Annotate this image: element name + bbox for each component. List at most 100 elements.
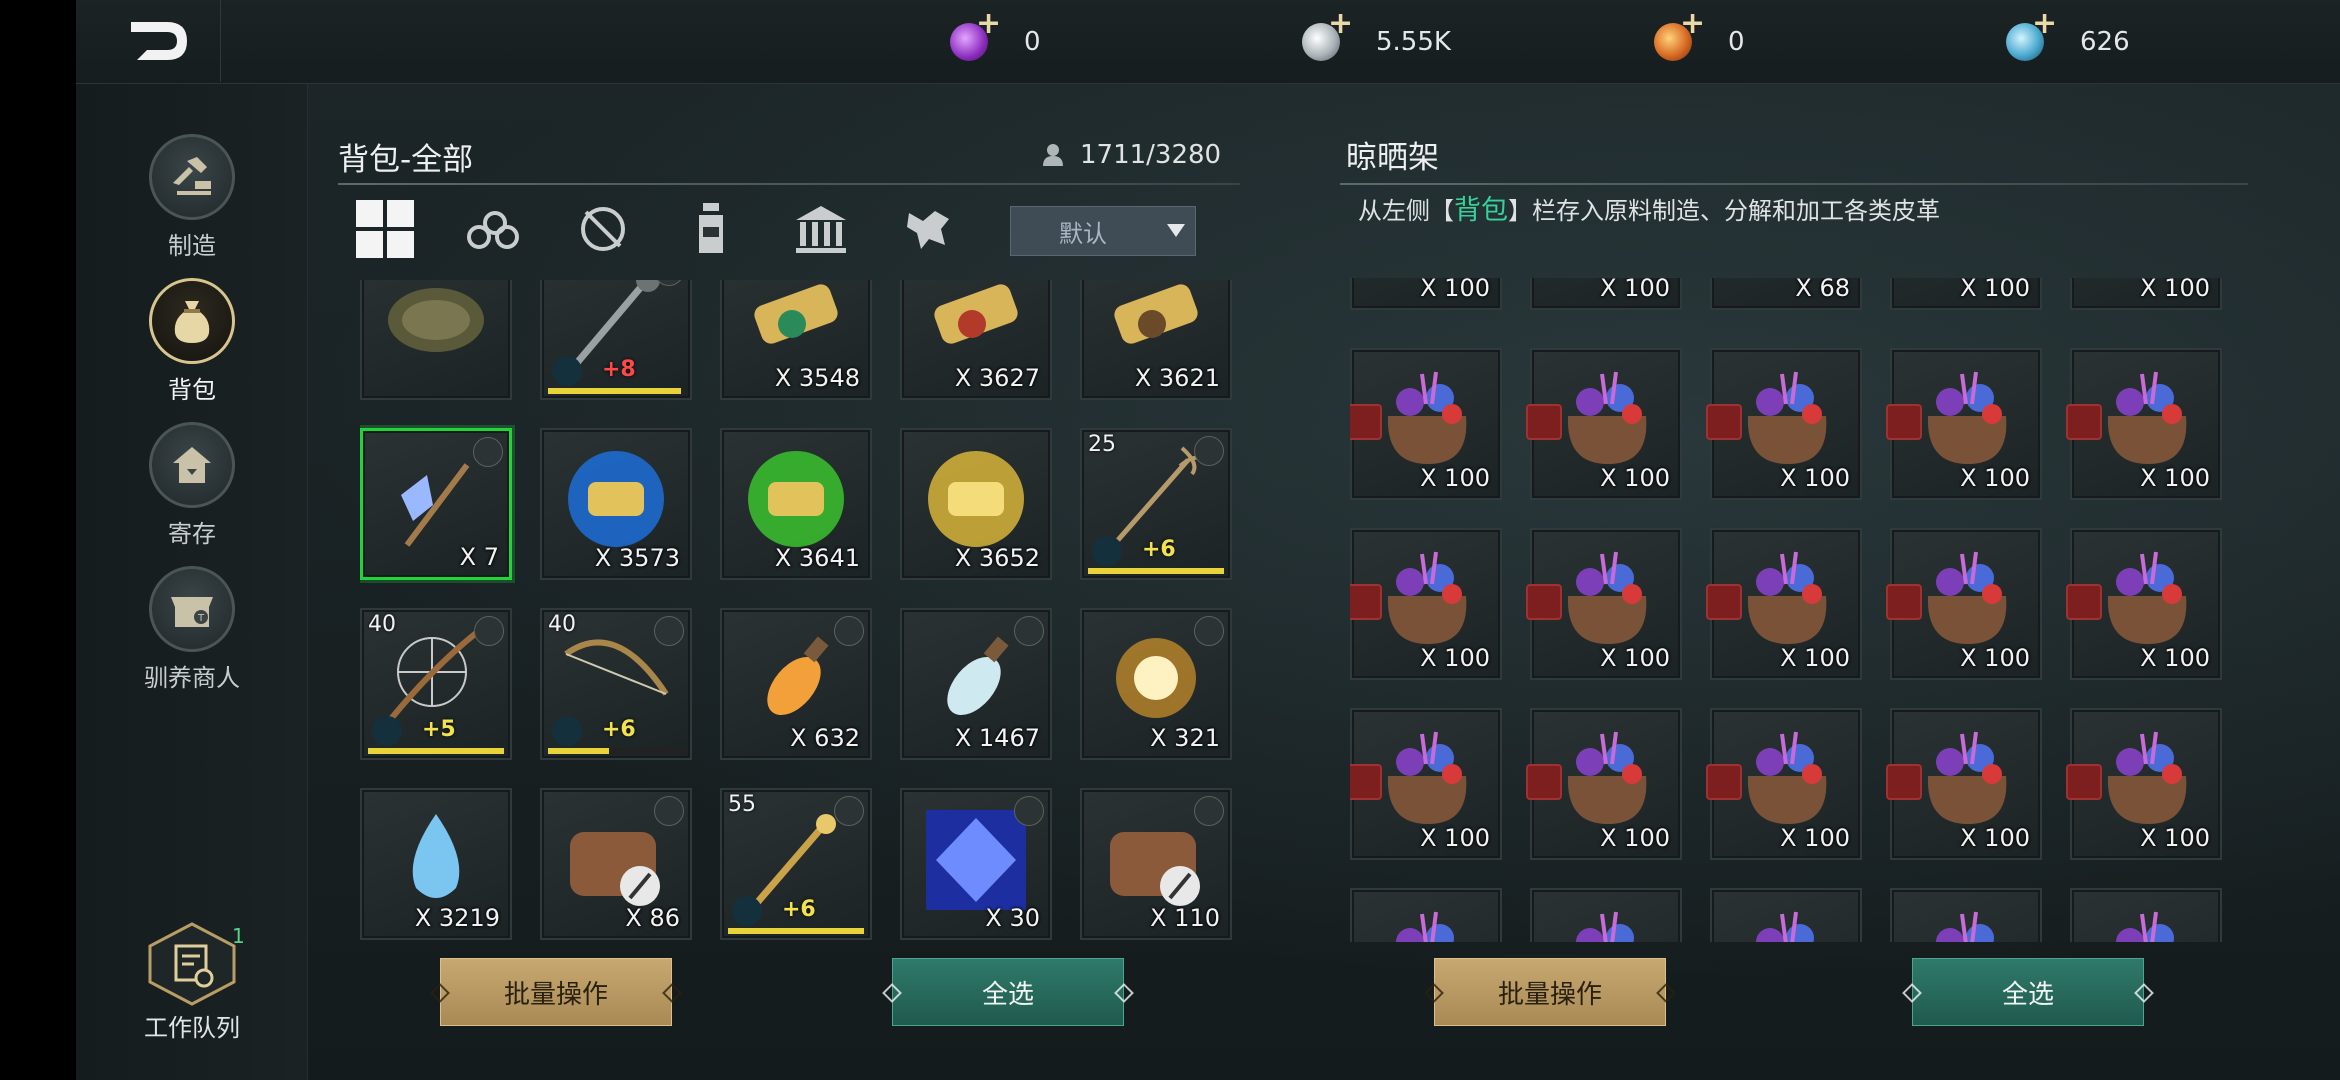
instruction-text: 从左侧【: [1358, 197, 1454, 225]
filter-bank-tab[interactable]: [786, 196, 856, 262]
back-button[interactable]: [95, 0, 221, 82]
shelf-item-slot[interactable]: X 100: [1706, 528, 1862, 680]
bag-item-slot[interactable]: [360, 280, 512, 400]
sort-dropdown[interactable]: 默认: [1010, 206, 1196, 256]
bag-item-slot[interactable]: X 86: [540, 788, 692, 940]
shelf-item-slot[interactable]: X 100: [1350, 528, 1502, 680]
bag-item-slot[interactable]: 40 +5: [360, 608, 512, 760]
currency-silver-coin[interactable]: + 5.55K: [1302, 6, 1451, 70]
bag-item-grid: 20+8 X 3548 X 3627 X 3621 X 7 X 3573 X 3641 X 3…: [360, 280, 1240, 942]
bag-item-slot[interactable]: 40 +6: [540, 608, 692, 760]
work-queue-button[interactable]: 1 工作队列: [76, 920, 308, 1060]
button-label: 全选: [2001, 979, 2054, 1010]
shelf-item-slot[interactable]: X 100: [2066, 708, 2222, 860]
potion-bottle-icon: [699, 203, 723, 253]
filter-all-tab[interactable]: [350, 196, 420, 262]
bag-icon: [149, 278, 235, 364]
bag-item-slot[interactable]: X 321: [1080, 608, 1232, 760]
bag-item-slot[interactable]: 20+8: [540, 280, 692, 400]
item-quantity: X 68: [1795, 278, 1850, 302]
filter-material-tab[interactable]: [458, 196, 528, 262]
nav-item-craft[interactable]: 制造: [76, 134, 308, 261]
bag-item-slot[interactable]: X 110: [1080, 788, 1232, 940]
durability-bar: [368, 748, 504, 754]
shelf-item-slot[interactable]: X 100: [2070, 278, 2222, 310]
shelf-item-slot[interactable]: [1350, 888, 1502, 942]
shelf-item-slot[interactable]: X 100: [1886, 708, 2042, 860]
item-quantity: X 100: [1780, 464, 1850, 492]
bag-item-slot[interactable]: X 3548: [720, 280, 872, 400]
bag-batch-button[interactable]: 批量操作: [430, 958, 682, 1026]
link-icon: [834, 616, 864, 646]
shelf-batch-button[interactable]: 批量操作: [1424, 958, 1676, 1026]
shelf-item-slot[interactable]: X 68: [1710, 278, 1862, 310]
item-quantity: X 100: [1780, 644, 1850, 672]
nav-item-bag[interactable]: 背包: [76, 278, 308, 405]
filter-pet-tab[interactable]: [894, 196, 964, 262]
seal-icon: [1706, 404, 1742, 440]
filter-consumable-tab[interactable]: [676, 196, 746, 262]
capacity-value: 1711/3280: [1080, 140, 1222, 170]
nav-label: 背包: [168, 376, 216, 404]
currency-gold-token[interactable]: + 0: [1654, 6, 1745, 70]
item-enhance: +5: [422, 717, 456, 742]
shelf-item-slot[interactable]: X 100: [2066, 528, 2222, 680]
nav-item-storage[interactable]: 寄存: [76, 422, 308, 549]
item-quantity: X 632: [790, 724, 860, 752]
plus-icon[interactable]: +: [976, 6, 1001, 41]
anvil-icon: [149, 134, 235, 220]
bag-item-slot[interactable]: 25 +6: [1080, 428, 1232, 580]
shelf-item-slot[interactable]: X 100: [1526, 528, 1682, 680]
bag-item-slot[interactable]: X 3627: [900, 280, 1052, 400]
work-queue-label: 工作队列: [144, 1014, 240, 1042]
bag-item-slot[interactable]: X 1467: [900, 608, 1052, 760]
shelf-item-slot[interactable]: X 100: [2066, 348, 2222, 500]
durability-bar: [548, 388, 684, 394]
bag-item-slot[interactable]: X 3621: [1080, 280, 1232, 400]
item-quantity: X 100: [1960, 824, 2030, 852]
shelf-item-slot[interactable]: [2070, 888, 2222, 942]
shelf-item-slot[interactable]: [1710, 888, 1862, 942]
item-enhance: +6: [782, 897, 816, 922]
durability-bar: [1088, 568, 1224, 574]
shelf-item-slot[interactable]: X 100: [1530, 278, 1682, 310]
bag-item-slot[interactable]: X 30: [900, 788, 1052, 940]
shelf-item-slot[interactable]: X 100: [1526, 708, 1682, 860]
link-icon: [1194, 616, 1224, 646]
shelf-item-slot[interactable]: X 100: [1526, 348, 1682, 500]
bag-select-all-button[interactable]: 全选: [882, 958, 1134, 1026]
shelf-item-slot[interactable]: X 100: [1886, 528, 2042, 680]
plus-icon[interactable]: +: [1328, 6, 1353, 41]
currency-blue-crystal[interactable]: + 626: [2006, 6, 2130, 70]
bag-item-slot[interactable]: X 3652: [900, 428, 1052, 580]
shelf-item-slot[interactable]: [1530, 888, 1682, 942]
plus-icon[interactable]: +: [2032, 6, 2057, 41]
link-icon: [474, 616, 504, 646]
item-quantity: X 3621: [1134, 364, 1220, 392]
work-queue-icon: [142, 920, 242, 1006]
nav-item-merchant[interactable]: T 驯养商人: [76, 566, 308, 693]
bag-item-slot[interactable]: X 3641: [720, 428, 872, 580]
shelf-item-slot[interactable]: X 100: [1706, 348, 1862, 500]
shelf-item-slot[interactable]: X 100: [1350, 348, 1502, 500]
filter-equip-tab[interactable]: [568, 196, 638, 262]
grid-all-icon: [356, 200, 414, 258]
item-quantity: X 3548: [774, 364, 860, 392]
shelf-select-all-button[interactable]: 全选: [1902, 958, 2154, 1026]
currency-purple-gem[interactable]: + 0: [950, 6, 1041, 70]
shelf-item-slot[interactable]: X 100: [1350, 708, 1502, 860]
shelf-item-slot[interactable]: X 100: [1886, 348, 2042, 500]
plus-icon[interactable]: +: [1680, 6, 1705, 41]
bag-item-slot[interactable]: 55 +6: [720, 788, 872, 940]
shelf-item-slot[interactable]: [1890, 888, 2042, 942]
bag-item-slot[interactable]: X 3219: [360, 788, 512, 940]
shelf-item-slot[interactable]: X 100: [1890, 278, 2042, 310]
shelf-item-slot[interactable]: X 100: [1706, 708, 1862, 860]
seal-icon: [1886, 584, 1922, 620]
shelf-item-slot[interactable]: X 100: [1350, 278, 1502, 310]
item-quantity: X 7: [459, 543, 499, 571]
bag-item-slot[interactable]: X 632: [720, 608, 872, 760]
bag-item-slot[interactable]: X 7: [360, 428, 512, 580]
bag-item-slot[interactable]: X 3573: [540, 428, 692, 580]
shelf-item-grid: X 100 X 100 X 68 X 100 X 100 X 100 X 100 X 100 X…: [1350, 278, 2230, 942]
